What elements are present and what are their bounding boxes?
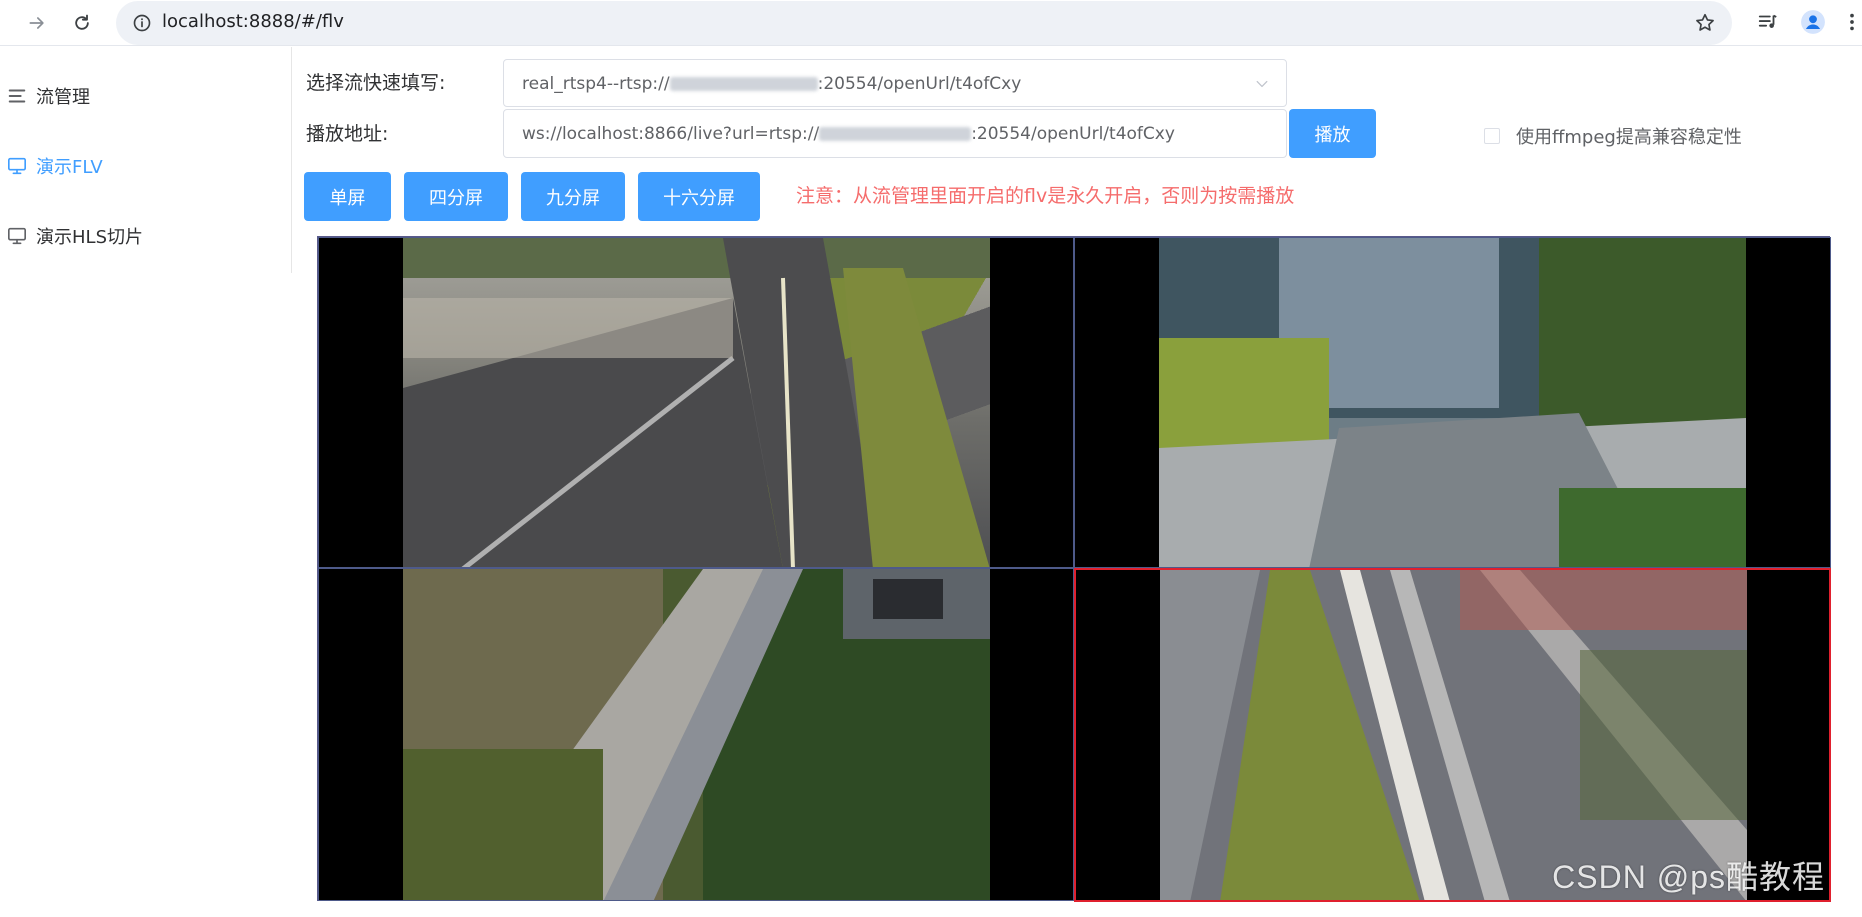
ffmpeg-checkbox[interactable] xyxy=(1484,128,1500,144)
forward-button[interactable] xyxy=(20,6,54,40)
video-frame xyxy=(1159,238,1746,567)
sidebar-item-label: 流管理 xyxy=(36,87,90,108)
sidebar-item-demo-flv[interactable]: 演示FLV xyxy=(0,138,292,194)
video-player-3[interactable] xyxy=(318,568,1074,901)
url-text[interactable]: localhost:8888/#/flv xyxy=(162,10,344,34)
monitor-icon xyxy=(6,225,28,247)
chevron-down-icon[interactable] xyxy=(1252,74,1272,94)
select-stream-label: 选择流快速填写: xyxy=(306,72,446,94)
video-frame xyxy=(403,569,990,900)
reload-button[interactable] xyxy=(65,6,99,40)
video-frame xyxy=(1160,570,1747,900)
browser-toolbar: localhost:8888/#/flv xyxy=(0,0,1862,46)
sidebar-item-label: 演示HLS切片 xyxy=(36,227,143,248)
ffmpeg-checkbox-label[interactable]: 使用ffmpeg提高兼容稳定性 xyxy=(1516,123,1742,149)
media-control-icon[interactable] xyxy=(1750,4,1786,40)
more-menu-icon[interactable] xyxy=(1842,4,1862,40)
video-frame xyxy=(403,238,990,567)
single-screen-button[interactable]: 单屏 xyxy=(304,172,391,221)
sixteen-screen-button[interactable]: 十六分屏 xyxy=(638,172,760,221)
play-address-input[interactable]: ws://localhost:8866/live?url=rtsp://:205… xyxy=(503,109,1287,158)
profile-avatar-icon[interactable] xyxy=(1795,4,1831,40)
video-player-2[interactable] xyxy=(1074,237,1831,568)
nine-screen-button[interactable]: 九分屏 xyxy=(521,172,625,221)
notice-text: 注意：从流管理里面开启的flv是永久开启，否则为按需播放 xyxy=(796,185,1295,207)
bookmark-star-icon[interactable] xyxy=(1692,10,1718,36)
sidebar-item-demo-hls[interactable]: 演示HLS切片 xyxy=(0,208,292,264)
reload-icon xyxy=(75,14,89,30)
play-address-label: 播放地址: xyxy=(306,123,389,145)
watermark-text: CSDN @ps酷教程 xyxy=(1552,859,1825,895)
ffmpeg-option[interactable]: 使用ffmpeg提高兼容稳定性 xyxy=(1484,123,1742,149)
redacted-host xyxy=(669,77,818,91)
video-player-4[interactable]: CSDN @ps酷教程 xyxy=(1074,568,1831,902)
redacted-host xyxy=(819,127,972,141)
video-player-1[interactable] xyxy=(318,237,1074,568)
quad-screen-button[interactable]: 四分屏 xyxy=(404,172,508,221)
address-bar[interactable]: localhost:8888/#/flv xyxy=(116,1,1732,45)
monitor-icon xyxy=(6,155,28,177)
sidebar-item-stream-management[interactable]: 流管理 xyxy=(0,68,292,124)
play-button[interactable]: 播放 xyxy=(1289,109,1376,158)
list-icon xyxy=(6,85,28,107)
video-grid: CSDN @ps酷教程 xyxy=(317,236,1831,902)
sidebar-item-label: 演示FLV xyxy=(36,157,103,178)
play-address-value: ws://localhost:8866/live?url=rtsp://:205… xyxy=(522,124,1175,144)
stream-select[interactable]: real_rtsp4--rtsp://:20554/openUrl/t4ofCx… xyxy=(503,59,1287,107)
arrow-right-icon xyxy=(29,17,44,29)
stream-select-value: real_rtsp4--rtsp://:20554/openUrl/t4ofCx… xyxy=(522,74,1022,94)
sidebar-menu: 流管理 演示FLV 演示HLS切片 xyxy=(0,47,292,273)
site-info-icon[interactable] xyxy=(130,11,154,35)
